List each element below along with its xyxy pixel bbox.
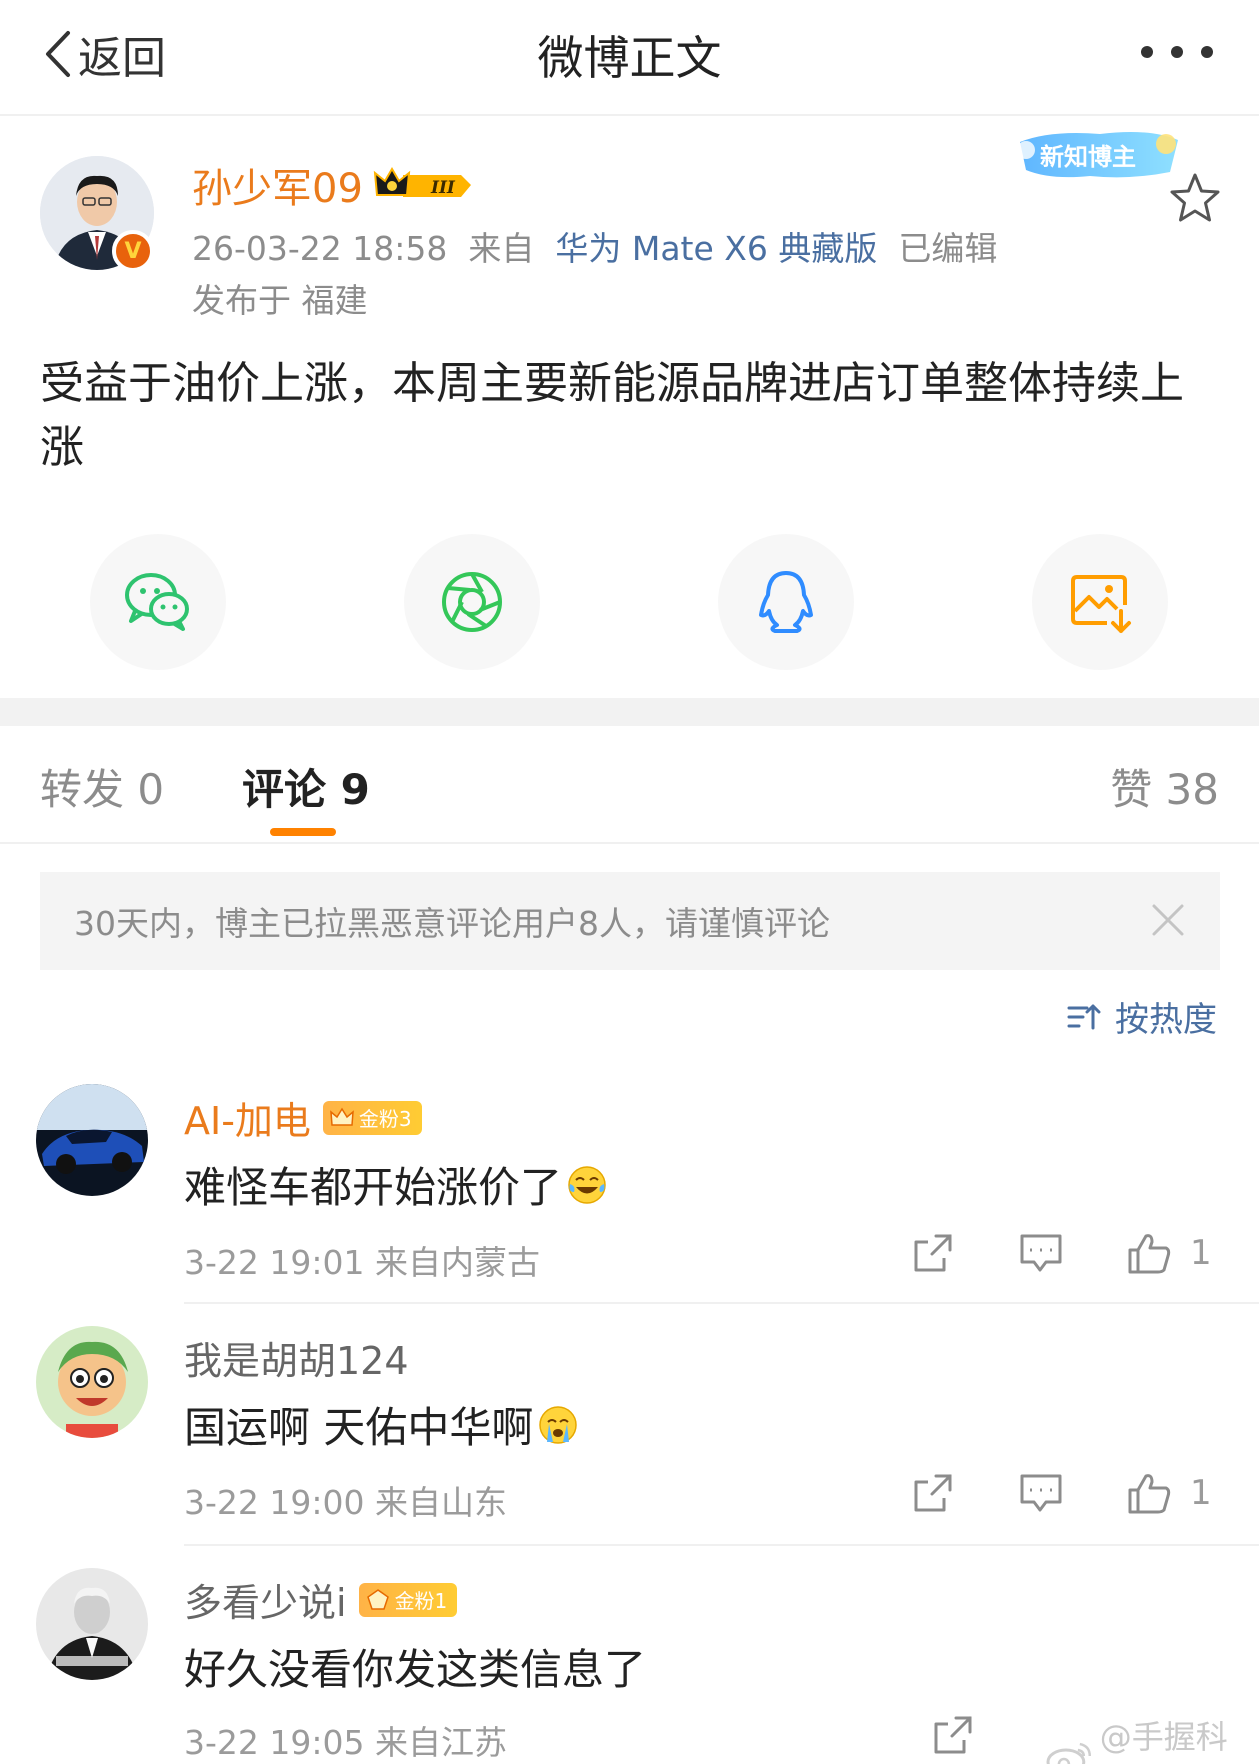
more-dot-icon [1171,46,1183,58]
commenter-name-text: AI-加电 [184,1099,311,1143]
share-wechat-button[interactable] [90,534,226,670]
like-icon[interactable] [1126,1230,1172,1276]
post-location: 发布于 福建 [192,281,368,320]
moments-icon [442,572,502,632]
comment-divider [184,1544,1259,1546]
commenter-name[interactable]: 我是胡胡124 [184,1330,409,1385]
tab-divider [0,842,1259,844]
reply-icon[interactable] [1018,1470,1064,1516]
more-dot-icon [1201,46,1213,58]
crown-icon: III [373,167,471,198]
like-icon[interactable] [1126,1470,1172,1516]
more-options-button[interactable] [1141,46,1213,58]
commenter-name[interactable]: 多看少说i 金粉1 [184,1572,458,1627]
fan-badge-text: 金粉1 [394,1589,448,1613]
post-meta: 26-03-22 18:58 来自 华为 Mate X6 典藏版 已编辑 [192,222,997,270]
post-content: 受益于油价上涨，本周主要新能源品牌进店订单整体持续上涨 [40,358,1184,473]
comment-text: 难怪车都开始涨价了 [184,1154,608,1215]
sort-icon [1067,1004,1101,1029]
active-tab-indicator [270,828,336,836]
crown-level-badge: III [373,165,475,205]
crying-emoji [539,1405,578,1444]
tab-like[interactable]: 赞 38 [1110,756,1219,817]
cartoon-boy-avatar-icon [36,1326,148,1438]
share-qq-button[interactable] [718,534,854,670]
comment-warning-notice: 30天内，博主已拉黑恶意评论用户8人，请谨慎评论 [40,872,1220,970]
crown-icon [330,1107,354,1126]
sort-by-hot-button[interactable]: 按热度 [1067,992,1217,1041]
svg-text:III: III [430,178,456,198]
watermark-text: @手握科技 [1099,1718,1228,1756]
top-nav-bar: 返回 微博正文 [0,0,1259,116]
watermark: @手握科技 [1044,1712,1259,1764]
like-count: 1 [1190,1233,1212,1273]
commenter-avatar[interactable] [36,1568,148,1680]
save-image-icon [1071,575,1131,633]
post-source-link[interactable]: 华为 Mate X6 典藏版 [555,229,877,268]
comment-text-content: 难怪车都开始涨价了 [184,1163,563,1212]
page-title: 微博正文 [537,31,722,85]
comment-meta: 3-22 19:01 来自内蒙古 [184,1243,540,1282]
favorite-star-icon[interactable] [1166,170,1224,228]
portrait-photo-avatar-icon [36,1568,148,1680]
section-divider [0,698,1259,726]
verified-badge-icon: V [112,230,154,272]
share-icon[interactable] [910,1470,956,1516]
laughing-tears-emoji [568,1165,606,1204]
new-knowledge-blogger-badge[interactable]: 新知博主 [1010,120,1185,192]
car-avatar-icon [36,1084,148,1196]
comment-text-content: 好久没看你发这类信息了 [184,1645,647,1694]
commenter-name-text: 我是胡胡124 [184,1339,409,1383]
share-moments-button[interactable] [404,534,540,670]
more-dot-icon [1141,46,1153,58]
comment-actions: 1 [910,1230,1212,1276]
comment-meta: 3-22 19:05 来自江苏 [184,1723,507,1762]
tab-comment[interactable]: 评论 9 [242,756,370,817]
qq-icon [759,571,813,633]
author-name: 孙少军09 [192,166,363,212]
post-time: 26-03-22 18:58 [192,229,448,268]
share-icon[interactable] [910,1230,956,1276]
save-image-button[interactable] [1032,534,1168,670]
comment-actions [930,1712,976,1758]
fan-badge-text: 金粉3 [358,1107,412,1131]
commenter-avatar[interactable] [36,1326,148,1438]
commenter-name-text: 多看少说i [184,1581,347,1625]
sort-label: 按热度 [1115,1000,1217,1040]
like-count: 1 [1190,1473,1212,1513]
svg-text:新知博主: 新知博主 [1040,143,1136,171]
wechat-icon [125,573,189,631]
comment-text: 国运啊 天佑中华啊 [184,1394,579,1455]
commenter-name[interactable]: AI-加电 金粉3 [184,1090,422,1145]
close-icon[interactable] [1150,902,1186,938]
tab-repost[interactable]: 转发 0 [40,756,164,817]
comment-text-content: 国运啊 天佑中华啊 [184,1403,534,1452]
source-prefix: 来自 [468,229,535,268]
reply-icon[interactable] [1018,1230,1064,1276]
comment-meta: 3-22 19:00 来自山东 [184,1483,507,1522]
edited-label[interactable]: 已编辑 [898,229,997,268]
fan-badge: 金粉3 [322,1100,422,1135]
notice-text: 30天内，博主已拉黑恶意评论用户8人，请谨慎评论 [74,904,830,943]
pentagon-badge-icon [366,1588,389,1610]
comment-divider [184,1302,1259,1304]
post-author[interactable]: 孙少军09 III [192,156,475,214]
weibo-logo-icon [1046,1742,1092,1764]
comment-text: 好久没看你发这类信息了 [184,1636,646,1697]
comment-actions: 1 [910,1470,1212,1516]
fan-badge: 金粉1 [358,1582,458,1617]
commenter-avatar[interactable] [36,1084,148,1196]
share-icon[interactable] [930,1712,976,1758]
